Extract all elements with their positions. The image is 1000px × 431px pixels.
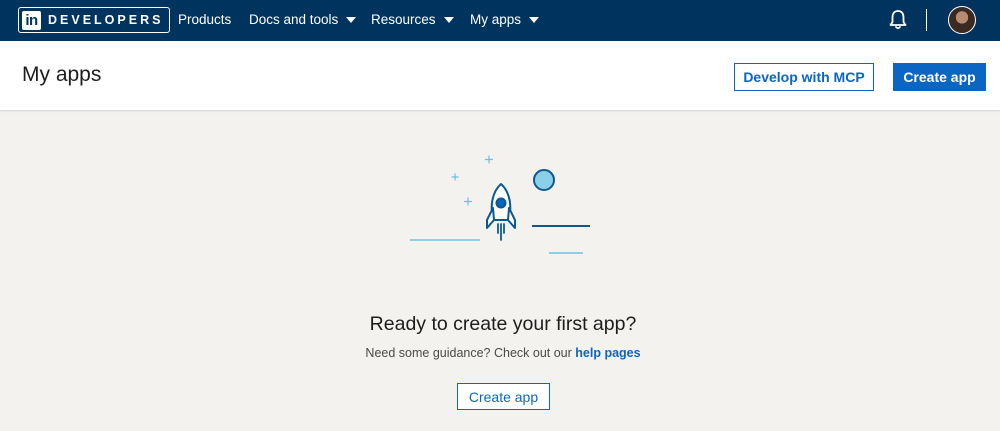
nav-item-products[interactable]: Products: [178, 12, 231, 27]
nav-item-label: Docs and tools: [249, 12, 339, 27]
develop-with-mcp-button[interactable]: Develop with MCP: [734, 63, 874, 91]
create-app-button[interactable]: Create app: [893, 63, 986, 91]
linkedin-logo-mark: in: [22, 10, 41, 30]
chevron-down-icon: [346, 16, 357, 23]
nav-item-label: Resources: [371, 12, 436, 27]
nav-item-resources[interactable]: Resources: [371, 12, 454, 27]
page-title: My apps: [22, 63, 102, 86]
page-header: My apps Develop with MCP Create app: [0, 41, 1000, 110]
nav-item-my-apps[interactable]: My apps: [470, 12, 540, 27]
bell-icon[interactable]: [888, 9, 908, 31]
help-pages-link[interactable]: help pages: [575, 346, 640, 360]
empty-state-heading: Ready to create your first app?: [369, 313, 637, 335]
top-navigation-bar: in DEVELOPERS Products Docs and tools Re…: [0, 0, 1000, 41]
nav-item-label: My apps: [470, 12, 522, 27]
nav-item-label: Products: [178, 12, 232, 27]
logo-text: DEVELOPERS: [48, 13, 164, 27]
avatar[interactable]: [948, 6, 976, 34]
create-app-button-secondary[interactable]: Create app: [457, 383, 550, 410]
nav-item-docs-and-tools[interactable]: Docs and tools: [249, 12, 357, 27]
chevron-down-icon: [529, 16, 540, 23]
linkedin-developers-logo[interactable]: in DEVELOPERS: [18, 7, 171, 33]
empty-state-guidance: Need some guidance? Check out our help p…: [0, 346, 1000, 360]
guidance-text: Need some guidance? Check out our: [365, 346, 576, 360]
nav-divider: [926, 9, 927, 31]
rocket-icon: [410, 155, 590, 254]
chevron-down-icon: [443, 16, 454, 23]
